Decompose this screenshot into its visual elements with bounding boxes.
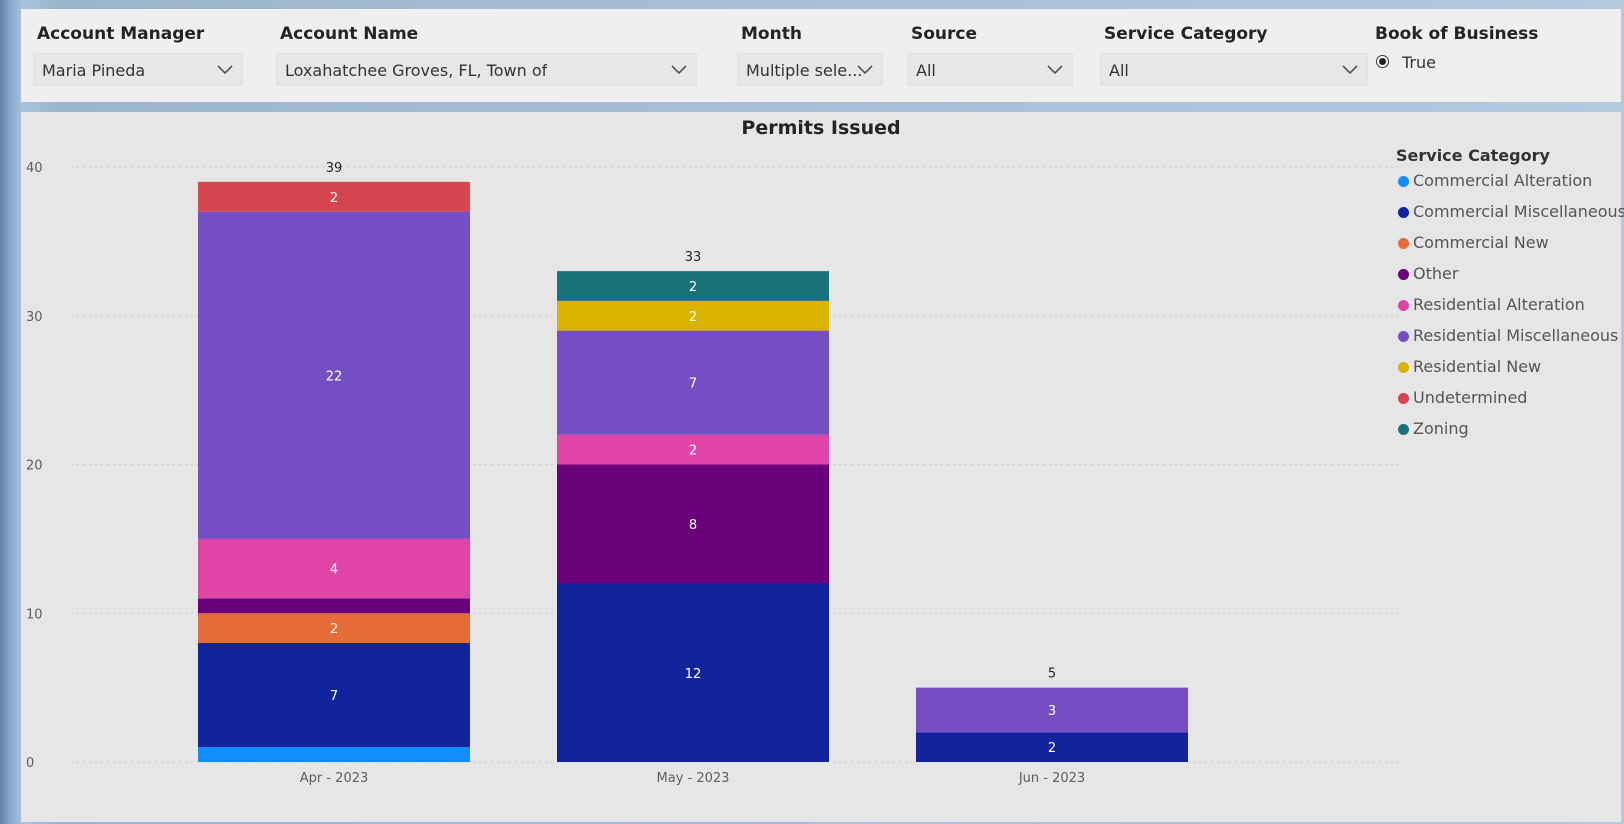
x-tick-label: May - 2023 [657, 771, 730, 786]
bar-total-label: 33 [685, 250, 702, 265]
legend-dot-icon [1398, 300, 1409, 311]
legend-item-label: Commercial Alteration [1413, 171, 1593, 190]
legend-item-label: Residential Miscellaneous [1413, 326, 1619, 345]
legend-dot-icon [1398, 207, 1409, 218]
legend-dot-icon [1398, 176, 1409, 187]
legend-dot-icon [1398, 331, 1409, 342]
y-tick-label: 30 [26, 310, 43, 325]
y-axis-tick-labels: 0 10 20 30 40 [26, 161, 43, 771]
legend-item-label: Undetermined [1413, 388, 1528, 407]
account-name-label: Account Name [280, 24, 419, 44]
legend-item[interactable]: Undetermined [1396, 388, 1621, 419]
legend-dot-icon [1398, 362, 1409, 373]
bar-data-label: 7 [330, 689, 338, 704]
y-tick-label: 20 [26, 459, 43, 474]
source-value: All [916, 61, 936, 80]
legend-item-label: Residential Alteration [1413, 295, 1585, 314]
legend-item[interactable]: Residential Miscellaneous [1396, 326, 1621, 357]
bar-data-label: 2 [689, 310, 697, 325]
bar-segment [198, 598, 470, 614]
legend-item-label: Zoning [1413, 419, 1469, 438]
account-manager-dropdown[interactable]: Maria Pineda [33, 53, 243, 86]
legend-item-label: Other [1413, 264, 1459, 283]
y-tick-label: 40 [26, 161, 43, 176]
account-name-dropdown[interactable]: Loxahatchee Groves, FL, Town of [276, 53, 697, 86]
legend-item[interactable]: Commercial Alteration [1396, 171, 1621, 202]
radio-selected-icon [1376, 55, 1389, 68]
month-value: Multiple sele... [746, 61, 863, 80]
bar-total-label: 39 [326, 161, 343, 176]
bar-data-label: 2 [330, 622, 338, 637]
x-tick-label: Apr - 2023 [300, 771, 369, 786]
legend-item-label: Commercial Miscellaneous [1413, 202, 1624, 221]
x-tick-label: Jun - 2023 [1018, 771, 1085, 786]
source-label: Source [911, 24, 978, 44]
bar-segment [198, 747, 470, 762]
filter-bar: Account Manager Maria Pineda Account Nam… [21, 9, 1621, 102]
account-manager-value: Maria Pineda [42, 61, 146, 80]
service-category-value: All [1109, 61, 1129, 80]
book-of-business-label: Book of Business [1375, 24, 1539, 44]
legend-dot-icon [1398, 393, 1409, 404]
chevron-down-icon [857, 65, 873, 75]
service-category-dropdown[interactable]: All [1100, 53, 1368, 86]
month-label: Month [741, 24, 802, 44]
chevron-down-icon [1047, 65, 1063, 75]
chart-panel: Permits Issued 0 10 20 30 40 7 2 4 22 2 39 12 8 2 7 2 2… [21, 112, 1624, 822]
legend-dot-icon [1398, 238, 1409, 249]
y-tick-label: 0 [26, 756, 34, 771]
chevron-down-icon [1342, 65, 1358, 75]
bar-data-label: 7 [689, 377, 697, 392]
bar-data-label: 2 [689, 280, 697, 295]
source-dropdown[interactable]: All [907, 53, 1073, 86]
y-tick-label: 10 [26, 607, 43, 622]
legend-title: Service Category [1396, 146, 1550, 165]
chevron-down-icon [671, 65, 687, 75]
bar-data-label: 2 [330, 191, 338, 206]
bar-data-label: 8 [689, 518, 697, 533]
legend-item[interactable]: Other [1396, 264, 1621, 295]
legend-item[interactable]: Residential New [1396, 357, 1621, 388]
bar-data-label: 2 [1048, 741, 1056, 756]
legend-item[interactable]: Residential Alteration [1396, 295, 1621, 326]
legend-items: Commercial Alteration Commercial Miscella… [1396, 171, 1624, 450]
account-manager-label: Account Manager [37, 24, 205, 44]
bar-total-label: 5 [1048, 667, 1056, 682]
legend-item[interactable]: Commercial Miscellaneous [1396, 202, 1624, 233]
chevron-down-icon [217, 65, 233, 75]
legend-item[interactable]: Zoning [1396, 419, 1621, 450]
bar-data-label: 12 [685, 667, 702, 682]
legend: Service Category Commercial Alteration Co… [1396, 146, 1624, 450]
legend-item-label: Commercial New [1413, 233, 1549, 252]
stacked-bar-chart: 010203040 72422239128272233235 Apr - 202… [26, 161, 1401, 786]
book-of-business-option-label: True [1402, 53, 1436, 72]
bar-data-label: 4 [330, 563, 338, 578]
month-dropdown[interactable]: Multiple sele... [737, 53, 883, 86]
bar-data-label: 22 [326, 369, 343, 384]
legend-item-label: Residential New [1413, 357, 1542, 376]
service-category-label: Service Category [1104, 24, 1268, 44]
x-axis-tick-labels: Apr - 2023 May - 2023 Jun - 2023 [300, 771, 1085, 786]
legend-dot-icon [1398, 424, 1409, 435]
legend-item[interactable]: Commercial New [1396, 233, 1621, 264]
bar-data-label: 2 [689, 444, 697, 459]
legend-dot-icon [1398, 269, 1409, 280]
bar-data-label: 3 [1048, 704, 1056, 719]
account-name-value: Loxahatchee Groves, FL, Town of [285, 61, 548, 80]
